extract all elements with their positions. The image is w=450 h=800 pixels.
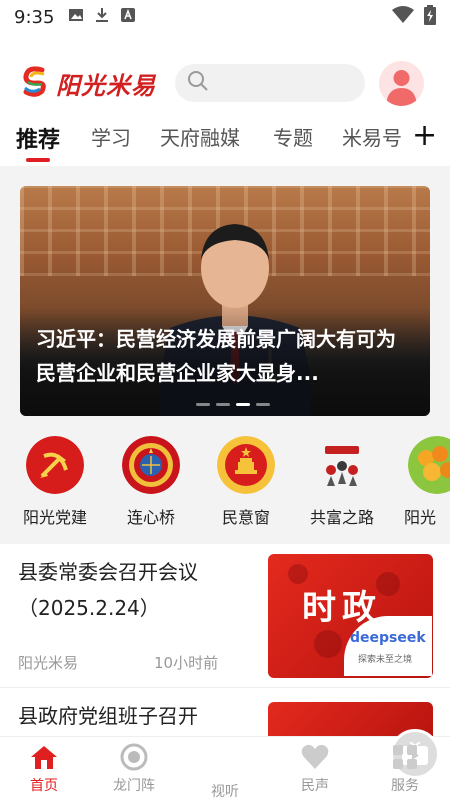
heart-icon: [280, 743, 350, 771]
headline-banner[interactable]: 习近平：民营经济发展前景广阔大有可为 民营企业和民营企业家大显身...: [20, 186, 430, 416]
quick-link-common-prosperity[interactable]: 共富之路: [302, 436, 382, 528]
quick-link-label: 民意窗: [221, 508, 270, 527]
category-tabs: 推荐 学习 天府融媒 专题 米易号 +: [0, 116, 450, 166]
nav-audiovisual[interactable]: 视听: [190, 729, 440, 800]
user-avatar[interactable]: [379, 61, 424, 106]
quick-link-label: 共富之路: [309, 508, 374, 527]
nav-services[interactable]: 服务: [370, 743, 440, 795]
list-item[interactable]: 县委常委会召开会议（2025.2.24） 阳光米易 10小时前 时政 deeps…: [0, 544, 450, 688]
nav-label: 首页: [30, 778, 58, 794]
quick-link-public-opinion[interactable]: 民意窗: [206, 436, 286, 528]
app-logo[interactable]: 阳光米易: [18, 64, 156, 102]
nav-home[interactable]: 首页: [9, 743, 79, 795]
news-time: 10小时前: [154, 654, 219, 672]
list-item[interactable]: 县政府党组班子召开: [0, 690, 450, 742]
logo-mark-icon: [18, 64, 52, 102]
tab-recommend[interactable]: 推荐: [16, 122, 60, 154]
nav-longmenzhen[interactable]: 龙门阵: [99, 743, 169, 795]
tab-tianfu-media[interactable]: 天府融媒: [160, 122, 240, 151]
brand-name: 阳光米易: [56, 70, 156, 100]
active-tab-indicator: [26, 158, 50, 162]
common-prosperity-icon: [313, 436, 371, 494]
news-list: 县委常委会召开会议（2025.2.24） 阳光米易 10小时前 时政 deeps…: [0, 544, 450, 742]
search-bar[interactable]: [175, 64, 365, 102]
battery-icon: [424, 5, 436, 29]
status-time: 9:35: [14, 6, 55, 28]
cppcc-emblem-icon: [122, 436, 180, 494]
news-title: 县委常委会召开会议（2025.2.24）: [18, 560, 198, 620]
quick-link-sunshine[interactable]: 阳光: [390, 436, 450, 528]
bottom-navigation: 首页 龙门阵 视听 民声 服务: [0, 729, 450, 800]
user-icon: [386, 70, 417, 106]
status-bar: 9:35: [0, 0, 450, 34]
tab-miyi-accounts[interactable]: 米易号: [342, 122, 402, 151]
quick-links: 阳光党建 连心桥 民意窗 共富之路 阳光: [0, 430, 450, 534]
search-input[interactable]: [215, 75, 355, 91]
quick-link-party-building[interactable]: 阳光党建: [15, 436, 95, 528]
news-title: 县政府党组班子召开: [18, 704, 198, 728]
tab-topics[interactable]: 专题: [273, 122, 313, 151]
banner-title: 习近平：民营经济发展前景广阔大有可为 民营企业和民营企业家大显身...: [36, 327, 396, 385]
search-icon: [187, 70, 209, 96]
national-emblem-icon: [217, 436, 275, 494]
add-tab-plus-icon[interactable]: +: [412, 118, 437, 153]
home-icon: [9, 743, 79, 771]
fruit-icon: [408, 436, 450, 494]
quick-link-label: 阳光党建: [22, 508, 87, 527]
quick-link-label: 连心桥: [126, 508, 175, 527]
grid-icon: [370, 743, 440, 771]
tab-study[interactable]: 学习: [91, 122, 131, 151]
nav-label: 龙门阵: [113, 778, 155, 794]
quick-link-label: 阳光: [404, 508, 437, 527]
carousel-indicator: [196, 403, 270, 406]
quick-link-heart-bridge[interactable]: 连心桥: [111, 436, 191, 528]
nav-label: 民声: [301, 778, 329, 794]
nav-label: 服务: [391, 778, 419, 794]
news-source: 阳光米易: [18, 654, 79, 672]
nav-public-voice[interactable]: 民声: [280, 743, 350, 795]
download-notification-icon: [94, 7, 110, 27]
app-notification-icon: [120, 7, 136, 27]
wifi-icon: [392, 6, 414, 28]
news-thumbnail: 时政 deepseek 探索未至之境: [268, 554, 433, 678]
image-notification-icon: [68, 7, 84, 27]
nav-label: 视听: [211, 784, 239, 800]
target-icon: [99, 743, 169, 771]
party-emblem-icon: [26, 436, 84, 494]
